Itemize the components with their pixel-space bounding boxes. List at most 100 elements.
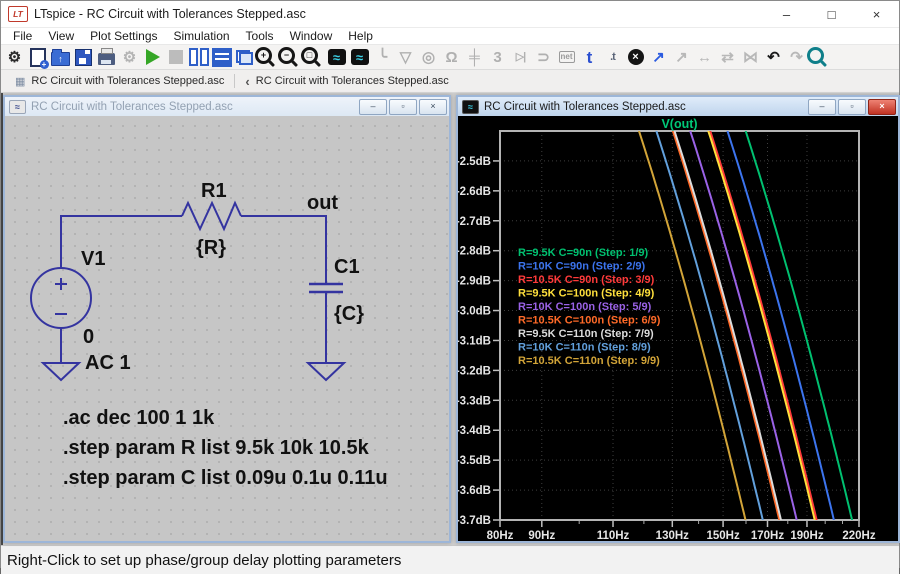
toolbar-cascade-windows-button[interactable] xyxy=(233,46,256,68)
x-axis-label: 80Hz xyxy=(487,530,514,541)
toolbar-find-button[interactable] xyxy=(808,46,831,68)
tab-bar: ▦ RC Circuit with Tolerances Stepped.asc… xyxy=(1,70,899,93)
toolbar-spice-directive-button[interactable]: .t xyxy=(601,46,624,68)
toolbar-place-text-button[interactable]: t xyxy=(578,46,601,68)
menu-plot-settings[interactable]: Plot Settings xyxy=(82,29,165,43)
resistor-ref-label[interactable]: R1 xyxy=(201,180,227,202)
menu-help[interactable]: Help xyxy=(340,29,381,43)
waveform-window-title: RC Circuit with Tolerances Stepped.asc xyxy=(484,101,686,113)
toolbar-simulation-settings-button: ⚙ xyxy=(118,46,141,68)
toolbar-autorange-y-axis-button[interactable]: ≈ xyxy=(325,46,348,68)
waveform-plot[interactable]: -2.5dB-2.6dB-2.7dB-2.8dB-2.9dB-3.0dB-3.1… xyxy=(458,116,898,541)
voltage-source-symbol[interactable] xyxy=(31,268,91,328)
menu-file[interactable]: File xyxy=(5,29,40,43)
menu-tools[interactable]: Tools xyxy=(238,29,282,43)
spice-directive-icon: .t xyxy=(610,52,615,63)
wire-top[interactable] xyxy=(61,216,182,268)
toolbar-move-button: ↔ xyxy=(693,46,716,68)
y-axis-label: -3.0dB xyxy=(458,306,491,318)
legend-entry-step-1: R=9.5K C=90n (Step: 1/9) xyxy=(518,247,649,259)
y-axis-label: -2.7dB xyxy=(458,216,491,228)
spice-directive-ac[interactable]: .ac dec 100 1 1k xyxy=(63,407,215,429)
app-title: LTspice - RC Circuit with Tolerances Ste… xyxy=(34,7,306,21)
menu-simulation[interactable]: Simulation xyxy=(166,29,238,43)
resistor-value-label[interactable]: {R} xyxy=(196,237,226,259)
maximize-button[interactable]: □ xyxy=(809,1,854,27)
schematic-minimize-button[interactable]: – xyxy=(359,99,387,115)
toolbar-place-component-button: ⊃ xyxy=(532,46,555,68)
waveform-close-button[interactable]: × xyxy=(868,99,896,115)
toolbar-label-net-button: ◎ xyxy=(417,46,440,68)
tab-waveform[interactable]: ‹ RC Circuit with Tolerances Stepped.asc xyxy=(235,70,458,92)
legend-entry-step-9: R=10.5K C=110n (Step: 9/9) xyxy=(518,355,660,367)
zoom-in-icon: + xyxy=(255,47,272,64)
toolbar-place-capacitor-button: ╪ xyxy=(463,46,486,68)
spice-directive-step-c[interactable]: .step param C list 0.09u 0.1u 0.11u xyxy=(63,467,388,489)
ground-symbol-right[interactable] xyxy=(308,363,344,380)
out-node-label[interactable]: out xyxy=(307,192,338,214)
legend-entry-step-7: R=9.5K C=110n (Step: 7/9) xyxy=(518,328,654,340)
source-dc-label[interactable]: 0 xyxy=(83,326,94,348)
resistor-symbol[interactable] xyxy=(182,203,241,229)
toolbar-plot-settings-button[interactable]: ≈ xyxy=(348,46,371,68)
y-axis-label: -3.5dB xyxy=(458,455,491,467)
wire-out[interactable] xyxy=(241,216,326,284)
x-axis-label: 130Hz xyxy=(656,530,689,541)
drag-icon: ⇄ xyxy=(721,50,734,65)
legend-entry-step-3: R=10.5K C=90n (Step: 3/9) xyxy=(518,274,655,286)
toolbar-new-schematic-button[interactable]: + xyxy=(26,46,49,68)
tab-schematic[interactable]: ▦ RC Circuit with Tolerances Stepped.asc xyxy=(5,70,234,92)
toolbar-print-button[interactable] xyxy=(95,46,118,68)
toolbar-save-button[interactable] xyxy=(72,46,95,68)
schematic-window-titlebar[interactable]: ≈ RC Circuit with Tolerances Stepped.asc… xyxy=(5,97,449,116)
legend-entry-step-2: R=10K C=90n (Step: 2/9) xyxy=(518,261,645,273)
find-icon xyxy=(807,47,824,64)
ltspice-logo-icon: LT xyxy=(8,6,28,22)
source-ac-label[interactable]: AC 1 xyxy=(85,352,131,374)
mirror-icon: ⋈ xyxy=(743,50,758,65)
place-ground-icon: ▽ xyxy=(400,50,412,65)
ground-symbol-left[interactable] xyxy=(43,363,79,380)
waveform-window-titlebar[interactable]: ≈ RC Circuit with Tolerances Stepped.asc… xyxy=(458,97,898,116)
waveform-pane[interactable]: -2.5dB-2.6dB-2.7dB-2.8dB-2.9dB-3.0dB-3.1… xyxy=(458,116,898,541)
toolbar-zoom-out-button[interactable]: − xyxy=(279,46,302,68)
toolbar-zoom-in-button[interactable]: + xyxy=(256,46,279,68)
minimize-button[interactable]: – xyxy=(764,1,809,27)
legend-entry-step-4: R=9.5K C=100n (Step: 4/9) xyxy=(518,288,655,300)
waveform-minimize-button[interactable]: – xyxy=(808,99,836,115)
toolbar-open-button[interactable]: ↑ xyxy=(49,46,72,68)
source-ref-label[interactable]: V1 xyxy=(81,248,105,270)
capacitor-value-label[interactable]: {C} xyxy=(334,303,364,325)
toolbar-drag-button: ⇄ xyxy=(716,46,739,68)
zoom-full-extents-icon: □ xyxy=(301,47,318,64)
highlight-net-icon: net xyxy=(559,51,575,63)
waveform-restore-button[interactable]: ▫ xyxy=(838,99,866,115)
toolbar: ⚙+↑⚙+−□≈≈╰▽◎Ω╪3▷|⊃nett.t×↗↗↔⇄⋈↶↷ xyxy=(1,45,899,70)
titlebar[interactable]: LT LTspice - RC Circuit with Tolerances … xyxy=(1,1,899,28)
close-button[interactable]: × xyxy=(854,1,899,27)
move-icon: ↔ xyxy=(697,50,712,65)
toolbar-control-panel-button[interactable]: ⚙ xyxy=(3,46,26,68)
toolbar-cut-button[interactable]: × xyxy=(624,46,647,68)
menu-window[interactable]: Window xyxy=(282,29,341,43)
toolbar-zoom-full-extents-button[interactable]: □ xyxy=(302,46,325,68)
schematic-close-button[interactable]: × xyxy=(419,99,447,115)
toolbar-draw-wire-button: ╰ xyxy=(371,46,394,68)
toolbar-copy-button[interactable]: ↗ xyxy=(647,46,670,68)
schematic-restore-button[interactable]: ▫ xyxy=(389,99,417,115)
spice-directive-step-r[interactable]: .step param R list 9.5k 10k 10.5k xyxy=(63,437,370,459)
place-resistor-icon: Ω xyxy=(445,50,457,65)
trace-title[interactable]: V(out) xyxy=(661,117,697,131)
menu-view[interactable]: View xyxy=(40,29,82,43)
toolbar-tile-horizontally-button[interactable] xyxy=(210,46,233,68)
capacitor-ref-label[interactable]: C1 xyxy=(334,256,360,278)
undo-icon: ↶ xyxy=(767,50,780,65)
toolbar-undo-button[interactable]: ↶ xyxy=(762,46,785,68)
toolbar-run-button[interactable] xyxy=(141,46,164,68)
x-axis-label: 190Hz xyxy=(790,530,823,541)
x-axis-label: 170Hz xyxy=(751,530,784,541)
toolbar-tile-vertically-button[interactable] xyxy=(187,46,210,68)
schematic-window-title: RC Circuit with Tolerances Stepped.asc xyxy=(31,101,233,113)
schematic-canvas[interactable]: R1 {R} out V1 0 AC 1 C1 {C} .ac dec 100 … xyxy=(5,116,449,541)
toolbar-place-diode-button: ▷| xyxy=(509,46,532,68)
